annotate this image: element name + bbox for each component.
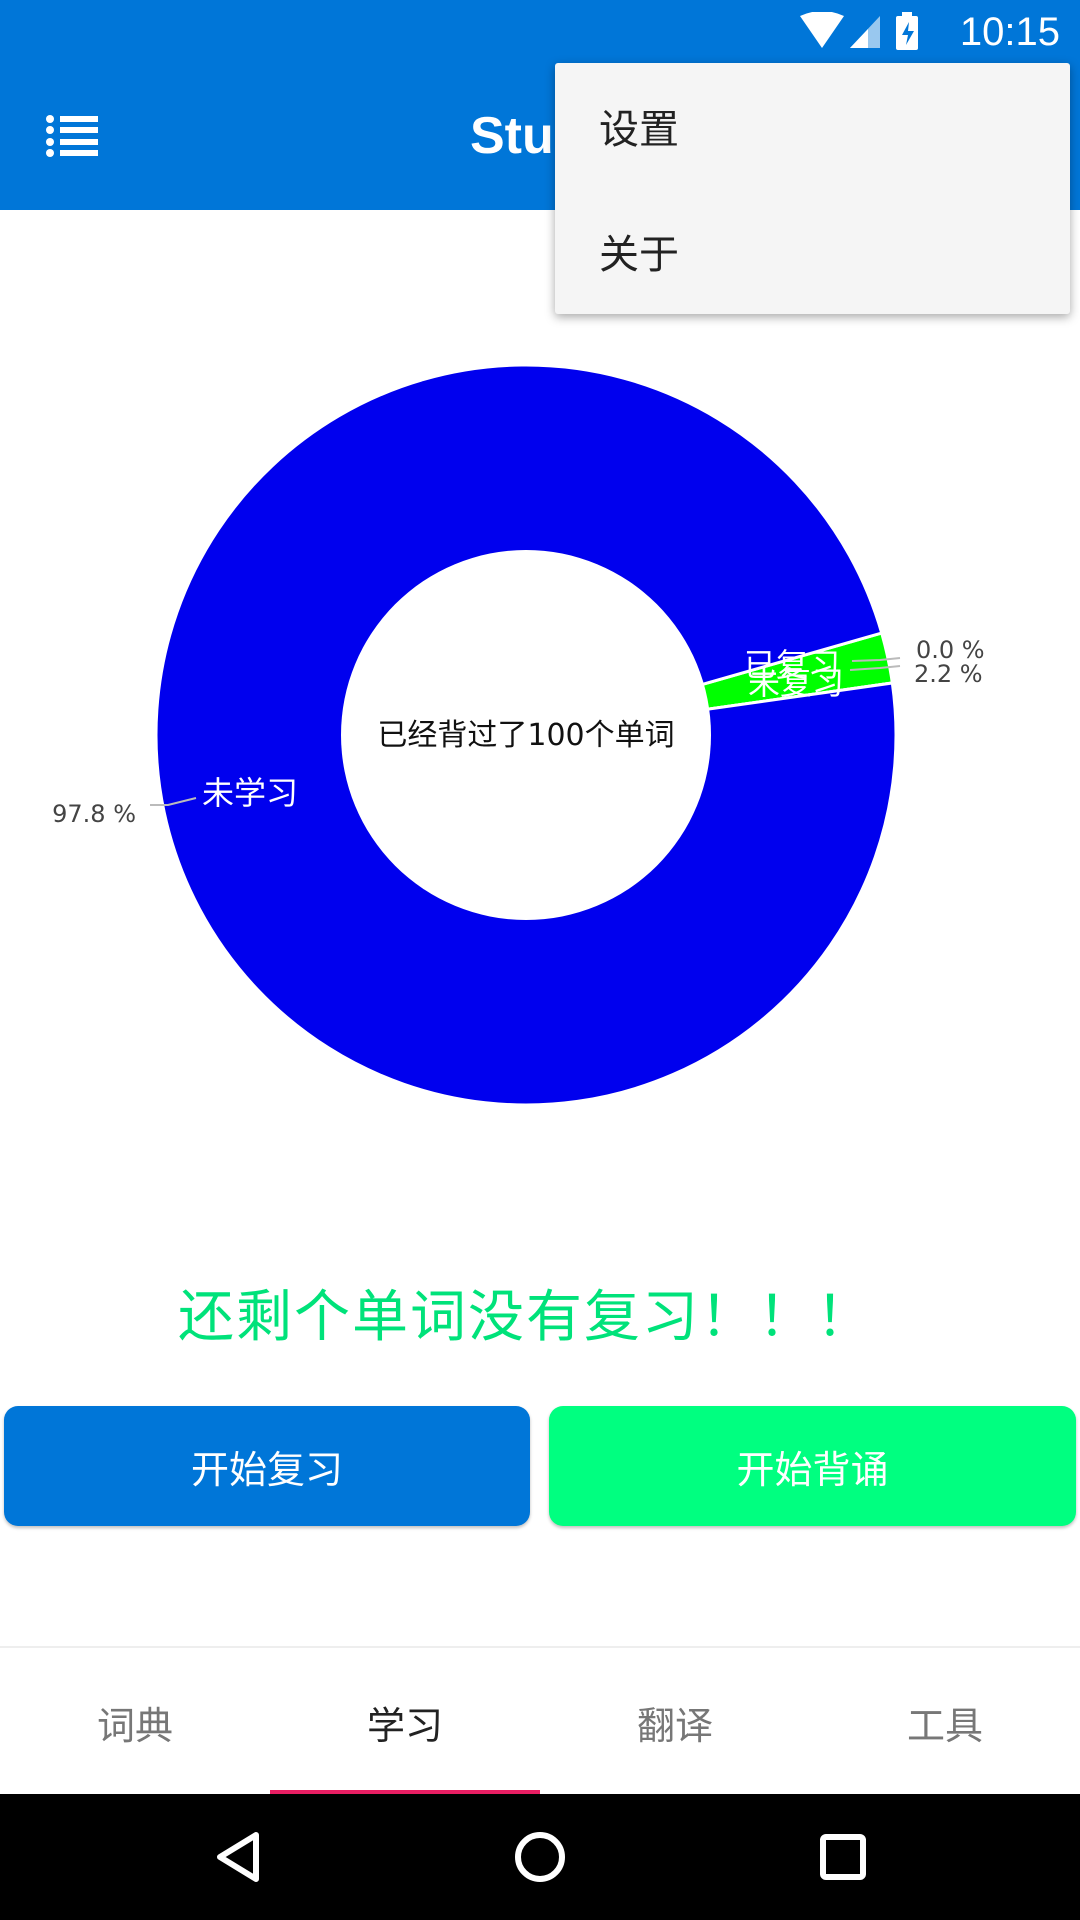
bottom-tab-bar: 词典 学习 翻译 工具	[0, 1646, 1080, 1796]
overflow-menu: 设置 关于	[555, 63, 1070, 314]
status-icons	[800, 12, 918, 50]
battery-charging-icon	[896, 12, 918, 50]
percent-label-unreviewed: 2.2 %	[914, 660, 983, 688]
tab-dictionary[interactable]: 词典	[0, 1648, 270, 1796]
tab-study[interactable]: 学习	[270, 1648, 540, 1796]
start-memorize-button[interactable]: 开始背诵	[549, 1406, 1076, 1526]
tab-label: 工具	[906, 1703, 983, 1748]
tab-label: 学习	[366, 1703, 443, 1748]
signal-icon	[850, 16, 880, 48]
status-time: 10:15	[959, 10, 1060, 54]
percent-label-unlearned: 97.8 %	[52, 800, 136, 828]
menu-item-about[interactable]: 关于	[555, 188, 1070, 313]
recents-icon[interactable]	[815, 1829, 871, 1885]
start-review-button[interactable]: 开始复习	[4, 1406, 530, 1526]
wifi-icon	[800, 12, 844, 48]
slice-label-unreviewed: 未复习	[748, 664, 844, 702]
tab-label: 翻译	[636, 1703, 713, 1748]
tab-translate[interactable]: 翻译	[540, 1648, 810, 1796]
chart-center-text: 已经背过了100个单词	[377, 718, 674, 753]
tab-label: 词典	[96, 1703, 173, 1748]
menu-item-settings[interactable]: 设置	[555, 63, 1070, 188]
donut-chart: 已经背过了100个单词 未学习 97.8 % 已复习 未复习 0.0 % 2.2…	[52, 363, 985, 1107]
remaining-words-message: 还剩个单词没有复习！！！	[178, 1285, 874, 1350]
home-icon[interactable]	[512, 1829, 568, 1885]
status-bar: 10:15	[0, 0, 1080, 64]
tab-tools[interactable]: 工具	[810, 1648, 1080, 1796]
slice-label-unlearned: 未学习	[202, 774, 298, 812]
list-menu-icon[interactable]	[46, 114, 98, 158]
back-icon[interactable]	[210, 1829, 266, 1885]
system-nav-bar	[0, 1794, 1080, 1920]
